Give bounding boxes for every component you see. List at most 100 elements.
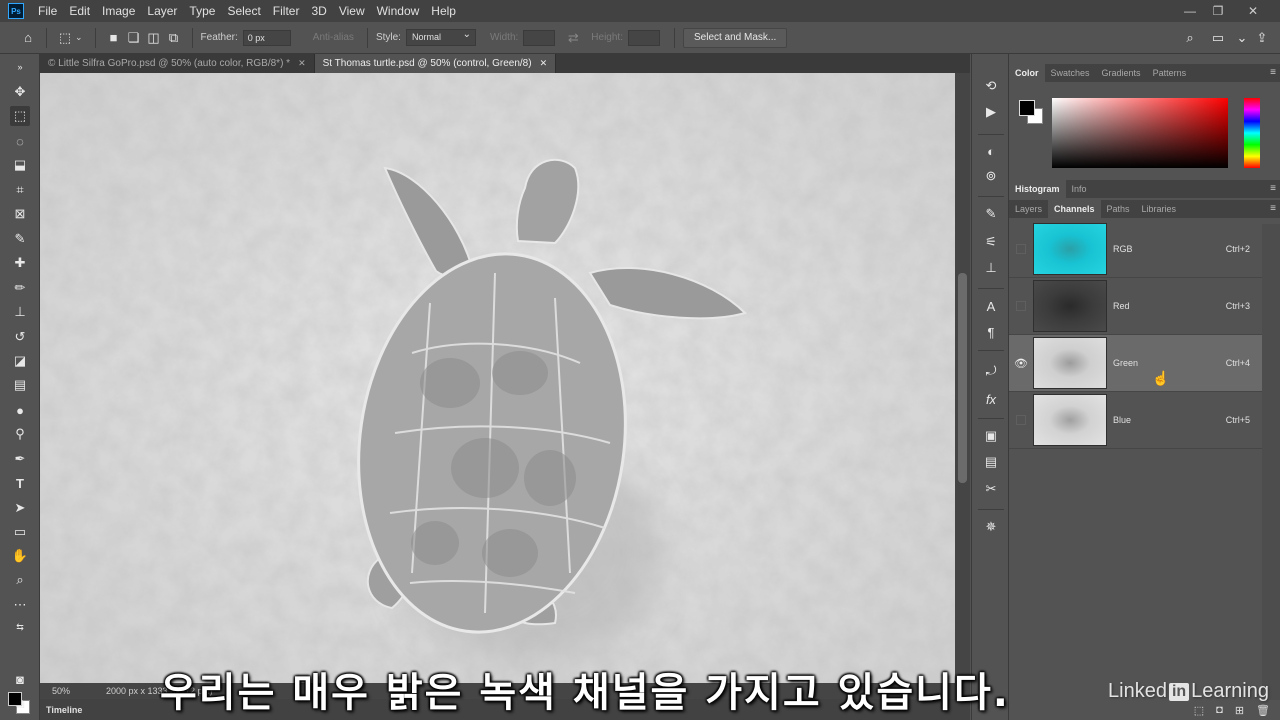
foreground-color-swatch[interactable] — [8, 692, 22, 706]
menu-select[interactable]: Select — [221, 4, 266, 18]
panel-scrollbar[interactable] — [1262, 224, 1280, 702]
marquee-preset-icon[interactable]: ⬚ — [55, 28, 75, 48]
color-picker-field[interactable] — [1052, 98, 1228, 168]
adjustments-icon[interactable]: ◐ — [981, 141, 1001, 161]
share-icon[interactable]: ⇪ — [1252, 28, 1272, 48]
visibility-toggle[interactable] — [1009, 221, 1033, 278]
height-input[interactable] — [627, 29, 660, 46]
minimize-icon[interactable]: — — [1175, 0, 1205, 22]
pen-tool-icon[interactable]: ✒ — [10, 449, 30, 469]
menu-window[interactable]: Window — [371, 4, 426, 18]
channel-row-blue[interactable]: Blue Ctrl+5 — [1009, 392, 1262, 449]
panel-menu-icon[interactable]: ≡ — [1270, 203, 1276, 214]
actions-play-icon[interactable]: ▶ — [981, 102, 1001, 122]
history-brush-tool-icon[interactable]: ↺ — [10, 327, 30, 347]
zoom-tool-icon[interactable]: ⌕ — [10, 570, 30, 590]
tab-gradients[interactable]: Gradients — [1096, 64, 1147, 82]
close-icon[interactable]: ✕ — [1238, 0, 1268, 22]
swap-icon[interactable]: ⇄ — [563, 28, 583, 48]
quick-selection-tool-icon[interactable]: ⬓ — [10, 155, 30, 175]
tab-st-thomas-turtle[interactable]: St Thomas turtle.psd @ 50% (control, Gre… — [314, 54, 557, 73]
channel-row-rgb[interactable]: RGB Ctrl+2 — [1009, 221, 1262, 278]
tab-paths[interactable]: Paths — [1101, 200, 1136, 218]
select-and-mask-button[interactable]: Select and Mask... — [682, 27, 788, 48]
search-icon[interactable]: ⌕ — [1180, 28, 1200, 48]
more-tools-icon[interactable]: ⋯ — [10, 595, 30, 615]
visibility-toggle[interactable] — [1009, 392, 1033, 449]
menu-3d[interactable]: 3D — [305, 4, 332, 18]
fx-icon[interactable]: fx — [981, 389, 1001, 409]
intersect-selection-icon[interactable]: ⧉ — [164, 28, 184, 48]
paragraph-icon[interactable]: ¶ — [981, 322, 1001, 342]
tab-timeline[interactable]: Timeline — [40, 705, 88, 715]
antialias-checkbox[interactable]: Anti-alias — [313, 32, 354, 43]
close-icon[interactable]: ✕ — [298, 58, 306, 69]
tab-layers[interactable]: Layers — [1009, 200, 1048, 218]
channel-row-green[interactable]: 👁 Green Ctrl+4 — [1009, 335, 1262, 392]
add-selection-icon[interactable]: ❏ — [124, 28, 144, 48]
tab-patterns[interactable]: Patterns — [1147, 64, 1193, 82]
hand-tool-icon[interactable]: ✋ — [10, 546, 30, 566]
frame-tool-icon[interactable]: ⊠ — [10, 204, 30, 224]
style-select[interactable]: Normal — [405, 29, 476, 46]
gradient-tool-icon[interactable]: ▤ — [10, 375, 30, 395]
notes-icon[interactable]: ▤ — [981, 452, 1001, 472]
tab-libraries[interactable]: Libraries — [1136, 200, 1183, 218]
swap-colors-icon[interactable]: ⇆ — [10, 617, 30, 637]
restore-icon[interactable]: ❐ — [1203, 0, 1233, 22]
tool-presets-icon[interactable]: ✂ — [981, 479, 1001, 499]
properties-icon[interactable]: ⤾ — [981, 361, 1001, 381]
visibility-toggle[interactable]: 👁 — [1009, 335, 1033, 392]
channel-row-red[interactable]: Red Ctrl+3 — [1009, 278, 1262, 335]
home-icon[interactable]: ⌂ — [18, 28, 38, 48]
tab-color[interactable]: Color — [1009, 64, 1045, 82]
width-input[interactable] — [523, 29, 556, 46]
visibility-toggle[interactable] — [1009, 278, 1033, 335]
healing-brush-tool-icon[interactable]: ✚ — [10, 253, 30, 273]
chevron-down-icon[interactable]: ⌄ — [75, 32, 83, 43]
tab-info[interactable]: Info — [1066, 180, 1093, 198]
trash-icon[interactable]: 🗑 — [1256, 704, 1270, 717]
brushes-icon[interactable]: ✎ — [981, 204, 1001, 224]
subtract-selection-icon[interactable]: ◫ — [144, 28, 164, 48]
tab-little-silfra[interactable]: © Little Silfra GoPro.psd @ 50% (auto co… — [40, 54, 315, 73]
menu-help[interactable]: Help — [425, 4, 462, 18]
rectangle-tool-icon[interactable]: ▭ — [10, 522, 30, 542]
quick-mask-icon[interactable]: ◙ — [10, 669, 30, 689]
eraser-tool-icon[interactable]: ◪ — [10, 351, 30, 371]
clone-source-icon[interactable]: ⊥ — [981, 258, 1001, 278]
eyedropper-tool-icon[interactable]: ✎ — [10, 229, 30, 249]
scrollbar-thumb[interactable] — [958, 273, 967, 483]
navigator-icon[interactable]: ▣ — [981, 426, 1001, 446]
character-icon[interactable]: A — [981, 296, 1001, 316]
feather-input[interactable] — [242, 29, 291, 46]
load-selection-icon[interactable]: ⬚ — [1194, 704, 1204, 717]
canvas-scrollbar[interactable] — [955, 73, 970, 683]
new-selection-icon[interactable]: ■ — [104, 28, 124, 48]
type-tool-icon[interactable]: T — [10, 473, 30, 493]
history-icon[interactable]: ⟲ — [981, 76, 1001, 96]
close-icon[interactable]: ✕ — [540, 58, 548, 69]
brush-settings-icon[interactable]: ⚟ — [981, 232, 1001, 252]
tab-histogram[interactable]: Histogram — [1009, 180, 1066, 198]
tab-swatches[interactable]: Swatches — [1045, 64, 1096, 82]
chevron-down-icon[interactable]: ⌄ — [1232, 28, 1252, 48]
menu-view[interactable]: View — [333, 4, 371, 18]
foreground-color-swatch[interactable] — [1019, 100, 1035, 116]
menu-layer[interactable]: Layer — [141, 4, 183, 18]
menu-edit[interactable]: Edit — [63, 4, 96, 18]
save-selection-icon[interactable]: ◘ — [1216, 704, 1223, 716]
lasso-tool-icon[interactable]: ◌ — [10, 131, 30, 151]
document-canvas[interactable] — [40, 73, 955, 683]
menu-type[interactable]: Type — [183, 4, 221, 18]
styles-icon[interactable]: ⊚ — [981, 166, 1001, 186]
tab-channels[interactable]: Channels — [1048, 200, 1101, 218]
crop-tool-icon[interactable]: ⌗ — [10, 180, 30, 200]
menu-filter[interactable]: Filter — [267, 4, 306, 18]
dodge-tool-icon[interactable]: ⚲ — [10, 424, 30, 444]
workspace-icon[interactable]: ▭ — [1208, 28, 1228, 48]
panel-menu-icon[interactable]: ≡ — [1270, 183, 1276, 194]
blur-tool-icon[interactable]: ● — [10, 400, 30, 420]
rectangular-marquee-tool-icon[interactable]: ⬚ — [10, 106, 30, 126]
panel-menu-icon[interactable]: ≡ — [1270, 67, 1276, 78]
